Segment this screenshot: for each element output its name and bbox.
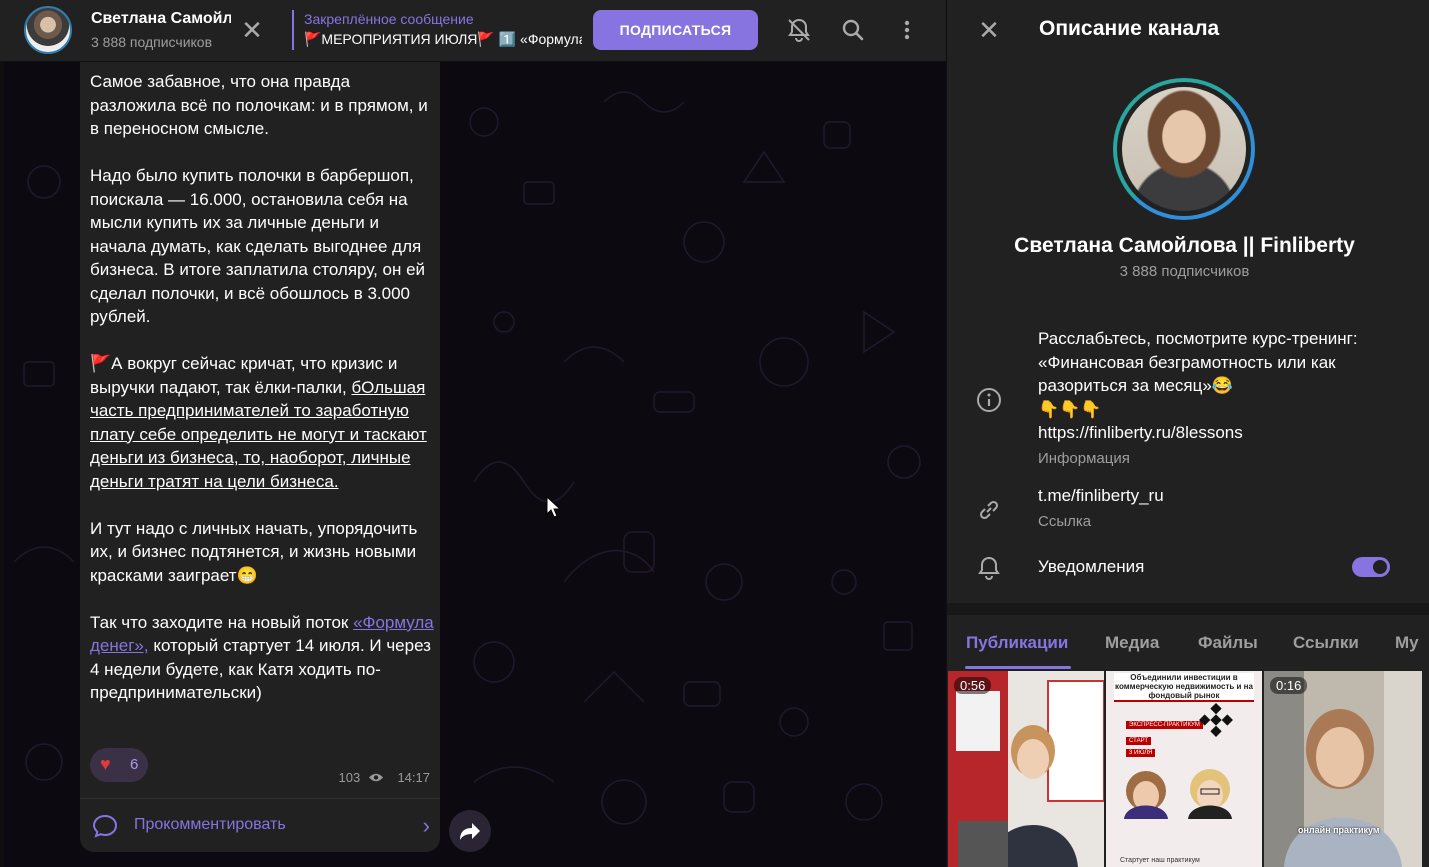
channel-description: Расслабьтесь, посмотрите курс-тренинг: «…: [1038, 327, 1403, 445]
channel-link[interactable]: t.me/finliberty_ru: [1038, 486, 1164, 506]
panel-subscribers: 3 888 подписчиков: [1119, 263, 1250, 280]
forward-arrow-icon: [460, 823, 480, 840]
tab-media[interactable]: Медиа: [1105, 633, 1159, 653]
message-meta: 103 14:17: [339, 770, 431, 785]
bell-icon: [978, 556, 1000, 581]
channel-subscribers: 3 888 подписчиков: [91, 34, 213, 50]
channel-info-panel: ✕ Описание канала Светлана Самойлова || …: [946, 0, 1429, 867]
chat-header: Светлана Самойлова || Finliberty 3 888 п…: [0, 0, 946, 62]
channel-profile-photo[interactable]: [1113, 78, 1255, 220]
search-icon[interactable]: [839, 16, 867, 44]
heart-reaction[interactable]: ♥ 6: [90, 748, 148, 782]
panel-title: Описание канала: [1039, 17, 1220, 40]
video-preview-image: [948, 671, 1104, 867]
message-time: 14:17: [397, 770, 430, 785]
media-thumbnail[interactable]: 0:56: [948, 671, 1104, 867]
media-tabs: Публикации Медиа Файлы Ссылки Му: [947, 615, 1429, 669]
subscribe-button[interactable]: ПОДПИСАТЬСЯ: [593, 10, 758, 50]
video-duration: 0:16: [1270, 677, 1308, 694]
notifications-label: Уведомления: [1038, 557, 1145, 576]
video-duration: 0:56: [954, 677, 992, 694]
section-divider: [947, 603, 1429, 615]
tab-music[interactable]: Му: [1395, 633, 1419, 653]
tab-publications[interactable]: Публикации: [966, 633, 1068, 653]
eye-icon: [368, 773, 383, 782]
media-thumbnail[interactable]: Объединили инвестиции в коммерческую нед…: [1106, 671, 1262, 867]
forward-button[interactable]: [449, 810, 491, 852]
mouse-cursor-icon: [546, 496, 562, 518]
message-paragraph-4: И тут надо с личных начать, упорядочить …: [90, 518, 418, 585]
description-label: Информация: [1038, 450, 1130, 467]
description-text: Расслабьтесь, посмотрите курс-тренинг: «…: [1038, 329, 1358, 395]
channel-link-label: Ссылка: [1038, 513, 1092, 530]
info-icon: [977, 388, 1001, 412]
description-emojis: 👇👇👇: [1038, 399, 1102, 419]
pinned-message[interactable]: Закреплённое сообщение 🚩МЕРОПРИЯТИЯ ИЮЛЯ…: [292, 10, 582, 50]
notifications-toggle[interactable]: [1352, 557, 1390, 577]
poster-footer: Стартует наш практикум: [1120, 857, 1200, 864]
message-paragraph-2: Надо было купить полочки в барбершоп, по…: [90, 166, 426, 326]
views-count: 103: [338, 770, 361, 785]
tab-links[interactable]: Ссылки: [1293, 633, 1359, 653]
reaction-count: 6: [130, 756, 139, 773]
message-paragraph-5-start: Так что заходите на новый поток: [90, 612, 349, 632]
panel-channel-name: Светлана Самойлова || Finliberty: [1014, 234, 1355, 257]
heart-icon: ♥: [100, 754, 111, 774]
comment-bubble-icon: [92, 814, 118, 838]
comment-label: Прокомментировать: [134, 816, 286, 833]
message-paragraph-1: Самое забавное, что она правда разложила…: [90, 72, 428, 138]
message-paragraph-5: Так что заходите на новый поток «Формула…: [90, 611, 435, 705]
tab-files[interactable]: Файлы: [1198, 633, 1258, 653]
message-paragraph-3: 🚩А вокруг сейчас кричат, что кризис и вы…: [90, 352, 435, 493]
poster-image: [1124, 703, 1233, 819]
link-icon: [979, 500, 999, 520]
pinned-title: Закреплённое сообщение: [304, 11, 474, 27]
channel-avatar[interactable]: [24, 6, 72, 54]
description-url[interactable]: https://finliberty.ru/8lessons: [1038, 421, 1403, 445]
chat-area: Самое забавное, что она правда разложила…: [4, 62, 946, 867]
comment-button[interactable]: Прокомментировать ›: [80, 798, 440, 852]
active-tab-indicator: [965, 666, 1071, 669]
close-pinned-icon[interactable]: ✕: [238, 16, 266, 44]
mute-bell-icon[interactable]: [785, 16, 813, 44]
channel-title[interactable]: Светлана Самойлова || Finliberty: [91, 10, 231, 28]
media-thumbnail[interactable]: 0:16 онлайн практикум: [1264, 671, 1422, 867]
video-preview-image: [1264, 671, 1422, 867]
pinned-text: 🚩МЕРОПРИЯТИЯ ИЮЛЯ🚩 1️⃣ «Формула денег»: [304, 31, 582, 47]
message-text: Самое забавное, что она правда разложила…: [90, 70, 435, 728]
video-caption: онлайн практикум: [1298, 825, 1380, 835]
message-bubble[interactable]: Самое забавное, что она правда разложила…: [80, 62, 440, 852]
close-panel-icon[interactable]: ✕: [975, 16, 1003, 44]
more-menu-icon[interactable]: [893, 16, 921, 44]
chevron-right-icon: ›: [422, 813, 430, 838]
